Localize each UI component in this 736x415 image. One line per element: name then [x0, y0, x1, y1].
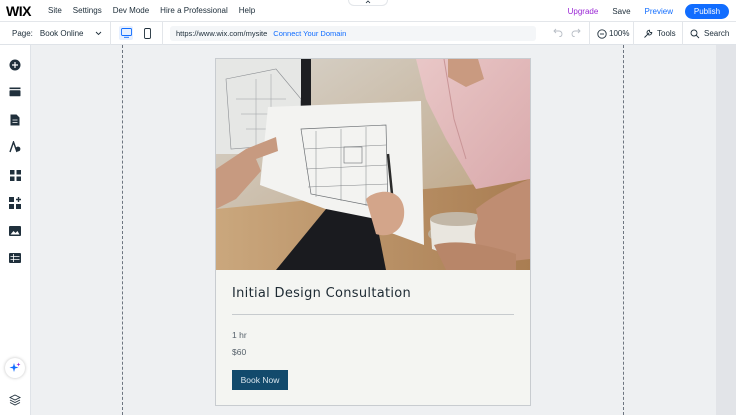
service-title: Initial Design Consultation — [232, 286, 412, 301]
ai-assistant-button[interactable] — [5, 358, 25, 378]
toolbar-divider — [682, 22, 683, 45]
book-now-button[interactable]: Book Now — [232, 370, 288, 390]
layers-button[interactable] — [7, 392, 23, 408]
pages-icon — [10, 114, 20, 126]
search-label: Search — [704, 29, 730, 38]
main-menu: Site Settings Dev Mode Hire a Profession… — [42, 6, 255, 15]
media-icon — [9, 226, 21, 236]
toolbar-divider — [110, 22, 111, 45]
desktop-icon — [120, 28, 132, 38]
add-apps-button[interactable] — [7, 167, 23, 183]
zoom-level: 100% — [609, 29, 630, 38]
toolbar-divider — [589, 22, 590, 45]
left-grid-guide — [122, 45, 123, 415]
pages-button[interactable] — [7, 112, 23, 128]
search-button[interactable]: Search — [690, 22, 729, 45]
right-grid-guide — [623, 45, 624, 415]
zoom-control[interactable]: 100% — [597, 22, 629, 45]
menu-hire-professional[interactable]: Hire a Professional — [160, 6, 228, 15]
card-divider — [232, 314, 514, 315]
business-icon — [9, 197, 21, 209]
site-design-button[interactable] — [7, 139, 23, 155]
mobile-icon — [143, 27, 151, 39]
tools-button[interactable]: Tools — [643, 22, 676, 45]
cms-icon — [9, 253, 21, 263]
chevron-up-icon — [365, 0, 371, 4]
site-url: https://www.wix.com/mysite — [176, 29, 268, 38]
editor-toolbar: Page: Book Online https://www.wix.com/my… — [0, 22, 736, 45]
service-card[interactable]: Initial Design Consultation 1 hr $60 Boo… — [215, 58, 531, 406]
sections-icon — [9, 87, 21, 97]
apps-icon — [9, 169, 21, 181]
business-apps-button[interactable] — [7, 195, 23, 211]
wix-logo[interactable]: WIX — [6, 3, 42, 19]
menu-dev-mode[interactable]: Dev Mode — [113, 6, 149, 15]
canvas-right-gutter — [716, 45, 736, 415]
chevron-down-icon — [95, 31, 102, 35]
save-button[interactable]: Save — [612, 7, 630, 16]
toolbar-divider — [162, 22, 163, 45]
top-menu-bar: WIX Site Settings Dev Mode Hire a Profes… — [0, 0, 736, 22]
consultation-photo — [216, 59, 530, 270]
add-elements-button[interactable] — [7, 57, 23, 73]
page-selector-value: Book Online — [39, 28, 84, 38]
layers-icon — [9, 394, 21, 406]
undo-icon[interactable] — [553, 27, 563, 37]
page-selector[interactable]: Book Online — [40, 29, 102, 38]
desktop-view-button[interactable] — [119, 26, 133, 40]
service-duration: 1 hr — [232, 330, 247, 340]
menu-help[interactable]: Help — [239, 6, 255, 15]
preview-button[interactable]: Preview — [645, 7, 673, 16]
publish-button[interactable]: Publish — [685, 3, 729, 19]
site-url-bar[interactable]: https://www.wix.com/mysite Connect Your … — [170, 26, 536, 41]
connect-domain-link[interactable]: Connect Your Domain — [273, 29, 346, 38]
toolbar-divider — [633, 22, 634, 45]
redo-icon[interactable] — [571, 27, 581, 37]
tools-icon — [644, 29, 653, 38]
menu-site[interactable]: Site — [48, 6, 62, 15]
service-image — [216, 59, 530, 270]
search-icon — [690, 29, 700, 38]
menu-settings[interactable]: Settings — [73, 6, 102, 15]
mobile-view-button[interactable] — [140, 26, 154, 40]
theme-icon — [9, 141, 21, 153]
upgrade-link[interactable]: Upgrade — [568, 7, 599, 16]
tools-label: Tools — [657, 29, 676, 38]
ai-assistant-icon — [9, 362, 21, 372]
sections-button[interactable] — [7, 84, 23, 100]
left-sidebar — [0, 45, 31, 415]
page-label: Page: — [12, 28, 33, 38]
add-icon — [9, 59, 21, 71]
cms-button[interactable] — [7, 250, 23, 266]
zoom-out-icon — [597, 28, 607, 39]
collapse-toolbar-handle[interactable] — [348, 0, 388, 6]
service-price: $60 — [232, 347, 247, 357]
media-button[interactable] — [7, 223, 23, 239]
